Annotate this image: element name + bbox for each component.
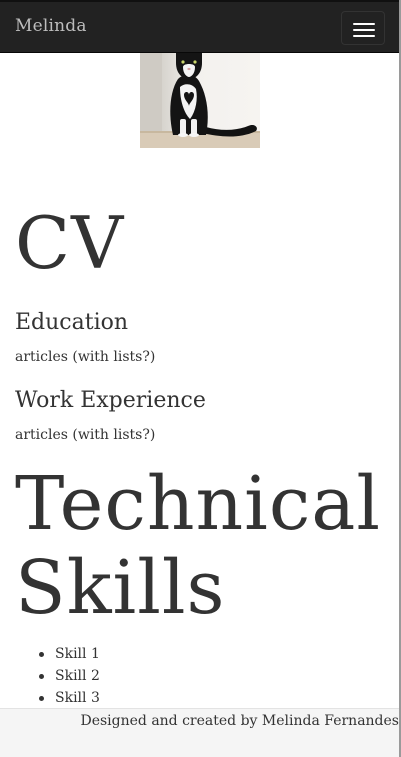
footer: Designed and created by Melinda Fernande… xyxy=(0,708,399,757)
navbar-brand[interactable]: Melinda xyxy=(15,15,87,37)
skill-item: Skill 3 xyxy=(15,687,100,709)
hamburger-bar xyxy=(353,23,375,25)
cat-photo-icon xyxy=(140,53,260,148)
education-heading: Education xyxy=(15,310,129,335)
hamburger-bar xyxy=(353,29,375,31)
cv-title: CV xyxy=(15,201,125,285)
profile-photo xyxy=(140,53,260,148)
navbar: Melinda xyxy=(0,0,399,53)
skills-list: Skill 1 Skill 2 Skill 3 xyxy=(15,643,100,709)
skill-item: Skill 1 xyxy=(15,643,100,665)
technical-skills-title: Technical Skills xyxy=(15,461,382,631)
skill-item: Skill 2 xyxy=(15,665,100,687)
page: Melinda CV Education articles (with list… xyxy=(0,0,401,757)
work-experience-text: articles (with lists?) xyxy=(15,427,156,443)
hamburger-bar xyxy=(353,35,375,37)
footer-credit: Designed and created by Melinda Fernande… xyxy=(80,713,399,729)
education-text: articles (with lists?) xyxy=(15,349,156,365)
work-experience-heading: Work Experience xyxy=(15,388,206,413)
navbar-toggle-button[interactable] xyxy=(341,11,385,45)
